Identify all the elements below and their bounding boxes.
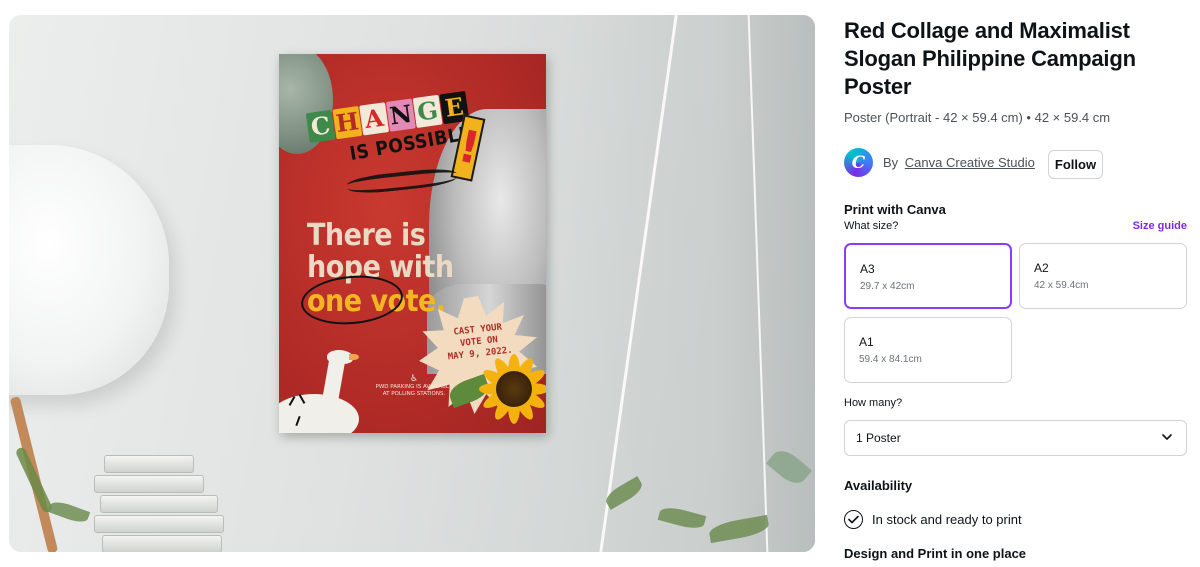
quantity-select[interactable]: 1 Poster (844, 420, 1187, 456)
availability-status: In stock and ready to print (844, 510, 1022, 529)
size-option-dims: 42 x 59.4cm (1034, 280, 1089, 291)
chevron-down-icon (1162, 434, 1172, 440)
size-option-name: A3 (860, 262, 875, 276)
headline-letter: C (305, 109, 336, 144)
size-option-dims: 59.4 x 84.1cm (859, 354, 922, 365)
size-guide-link[interactable]: Size guide (1133, 220, 1187, 232)
headline-letter: N (385, 98, 416, 132)
size-option-name: A2 (1034, 261, 1049, 275)
follow-button[interactable]: Follow (1048, 150, 1103, 179)
size-option-a1[interactable]: A1 59.4 x 84.1cm (844, 317, 1012, 383)
parking-note: ♿ PWD PARKING IS AVAILABLE AT POLLING ST… (374, 374, 454, 398)
size-option-a2[interactable]: A2 42 x 59.4cm (1019, 243, 1187, 309)
headline-letter: G (412, 94, 443, 129)
product-mockup-image[interactable]: C H A N G E IS POSSIBLE. ! There is hope… (9, 15, 815, 552)
size-label: What size? (844, 220, 899, 232)
quantity-label: How many? (844, 397, 903, 409)
plant-leaf (47, 498, 91, 526)
title-line: Poster (844, 74, 912, 99)
by-label: By (883, 155, 899, 170)
headline-letter: H (332, 105, 363, 140)
accessibility-icon: ♿ (409, 374, 419, 384)
size-option-name: A1 (859, 335, 874, 349)
poster-artwork: C H A N G E IS POSSIBLE. ! There is hope… (279, 54, 546, 433)
sunflower-graphic (479, 354, 546, 424)
title-line: Slogan Philippine Campaign (844, 46, 1136, 71)
product-title: Red Collage and Maximalist Slogan Philip… (844, 17, 1187, 101)
parking-line: AT POLLING STATIONS. (382, 391, 446, 397)
size-option-dims: 29.7 x 42cm (860, 281, 915, 292)
print-section-title: Print with Canva (844, 202, 946, 217)
quantity-value: 1 Poster (856, 431, 901, 445)
creator-link[interactable]: Canva Creative Studio (905, 155, 1035, 170)
book-stack (94, 455, 234, 552)
size-option-a3[interactable]: A3 29.7 x 42cm (844, 243, 1012, 309)
headline-letter: A (359, 102, 390, 136)
creator-byline: By Canva Creative Studio (883, 155, 1035, 170)
poster-hope-line: There is (307, 218, 426, 253)
creator-row: C By Canva Creative Studio (844, 148, 1035, 177)
creator-avatar[interactable]: C (844, 148, 873, 177)
design-print-title: Design and Print in one place (844, 546, 1027, 561)
check-circle-icon (844, 510, 863, 529)
swan-beak (349, 354, 359, 360)
product-subtitle: Poster (Portrait - 42 × 59.4 cm) • 42 × … (844, 110, 1111, 125)
avatar-letter: C (851, 152, 866, 173)
parking-line: PWD PARKING IS AVAILABLE (375, 384, 453, 390)
chair (9, 145, 169, 395)
availability-title: Availability (844, 478, 913, 493)
title-line: Red Collage and Maximalist (844, 18, 1130, 43)
availability-text: In stock and ready to print (872, 512, 1022, 527)
